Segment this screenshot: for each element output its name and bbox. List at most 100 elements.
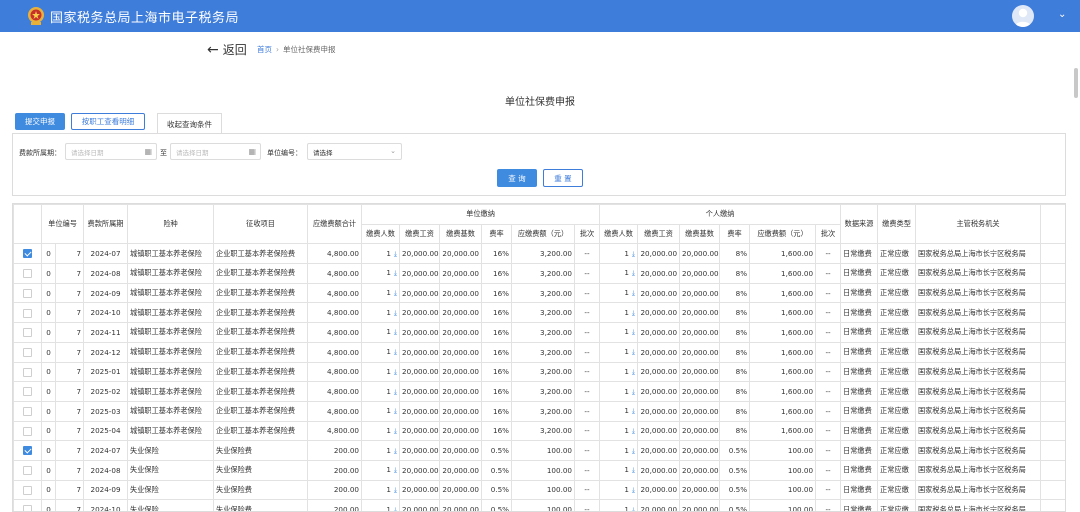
total-due-cell-text: 4,800.00 xyxy=(327,387,360,397)
period-end-input[interactable]: 请选择日期 ▦ xyxy=(170,143,261,160)
table-row[interactable]: 0 7 2024-09 失业保险 失业保险费 200.00 1 ⤓ 20,000.00 20,00… xyxy=(13,479,1065,501)
person-amount-cell: 1,600.00 xyxy=(749,381,817,402)
row-checkbox[interactable] xyxy=(23,367,32,377)
table-row[interactable]: 0 7 2025-03 城镇职工基本养老保险 企业职工基本养老保险费 4,800.00 1 ⤓… xyxy=(13,400,1065,422)
download-icon[interactable]: ⤓ xyxy=(394,486,397,494)
unit-no-select[interactable]: 请选择 ⌄ xyxy=(307,143,402,160)
insurance-type-cell: 城镇职工基本养老保险 xyxy=(127,282,215,304)
row-checkbox[interactable] xyxy=(23,347,32,357)
period-start-input[interactable]: 请选择日期 ▦ xyxy=(65,143,157,160)
person-wage-cell: 20,000.00 xyxy=(637,361,681,383)
download-icon[interactable]: ⤓ xyxy=(632,486,635,494)
breadcrumb-home[interactable]: 首页 xyxy=(257,45,272,54)
table-row[interactable]: 0 7 2024-08 城镇职工基本养老保险 企业职工基本养老保险费 4,800.00 1 ⤓… xyxy=(13,263,1065,284)
download-icon[interactable]: ⤓ xyxy=(394,250,397,258)
unit-wage-cell: 20,000.00 xyxy=(399,302,441,324)
download-icon[interactable]: ⤓ xyxy=(632,348,635,356)
table-row[interactable]: 0 7 2025-02 城镇职工基本养老保险 企业职工基本养老保险费 4,800.00 1 ⤓… xyxy=(13,381,1065,402)
download-icon[interactable]: ⤓ xyxy=(394,289,397,297)
download-icon[interactable]: ⤓ xyxy=(632,328,635,336)
col-total-due: 应缴费额合计 xyxy=(307,204,363,245)
table-row[interactable]: 0 7 2024-12 城镇职工基本养老保险 企业职工基本养老保险费 4,800.00 1 ⤓… xyxy=(13,341,1065,363)
download-icon[interactable]: ⤓ xyxy=(632,506,635,511)
download-icon[interactable]: ⤓ xyxy=(632,289,635,297)
table-row[interactable]: 0 7 2024-11 城镇职工基本养老保险 企业职工基本养老保险费 4,800.00 1 ⤓… xyxy=(13,322,1065,343)
row-checkbox[interactable] xyxy=(23,485,32,495)
download-icon[interactable]: ⤓ xyxy=(394,407,397,415)
download-icon[interactable]: ⤓ xyxy=(394,328,397,336)
user-avatar-icon[interactable] xyxy=(1012,5,1034,27)
download-icon[interactable]: ⤓ xyxy=(632,368,635,376)
table-row[interactable]: 0 7 2024-07 失业保险 失业保险费 200.00 1 ⤓ 20,000.00 20,00… xyxy=(13,440,1065,461)
download-icon[interactable]: ⤓ xyxy=(394,348,397,356)
unit-base-cell: 20,000.00 xyxy=(439,459,483,481)
row-checkbox[interactable] xyxy=(23,406,32,416)
pay-type-cell: 正常应缴 xyxy=(877,361,917,383)
download-icon[interactable]: ⤓ xyxy=(394,388,397,396)
download-icon[interactable]: ⤓ xyxy=(632,269,635,277)
row-checkbox-cell xyxy=(13,361,42,383)
unit-batch-cell-text: -- xyxy=(584,347,590,357)
table-row[interactable]: 0 7 2024-09 城镇职工基本养老保险 企业职工基本养老保险费 4,800.00 1 ⤓… xyxy=(13,282,1065,304)
download-icon[interactable]: ⤓ xyxy=(394,466,397,474)
unit-count-cell: 1 ⤓ xyxy=(361,499,401,511)
back-button[interactable]: ← 返回 xyxy=(207,41,247,58)
download-icon[interactable]: ⤓ xyxy=(632,427,635,435)
person-wage-cell: 20,000.00 xyxy=(637,381,681,402)
row-checkbox[interactable] xyxy=(23,387,32,397)
download-icon[interactable]: ⤓ xyxy=(394,269,397,277)
collapse-filters-tab[interactable]: 收起查询条件 xyxy=(157,113,222,134)
row-checkbox[interactable] xyxy=(23,426,32,436)
table-row[interactable]: 0 7 2025-04 城镇职工基本养老保险 企业职工基本养老保险费 4,800.00 1 ⤓… xyxy=(13,420,1065,442)
query-button[interactable]: 查 询 xyxy=(497,169,537,187)
download-icon[interactable]: ⤓ xyxy=(632,407,635,415)
download-icon[interactable]: ⤓ xyxy=(632,250,635,258)
row-checkbox-cell xyxy=(13,400,42,422)
unit-no-suffix-text: 7 xyxy=(76,387,82,397)
download-icon[interactable]: ⤓ xyxy=(394,506,397,511)
download-icon[interactable]: ⤓ xyxy=(632,447,635,455)
row-checkbox[interactable] xyxy=(23,269,32,279)
person-wage-cell: 20,000.00 xyxy=(637,499,681,511)
view-by-employee-button[interactable]: 按职工查看明细 xyxy=(71,113,145,130)
download-icon[interactable]: ⤓ xyxy=(394,309,397,317)
row-checkbox[interactable] xyxy=(23,249,32,259)
download-icon[interactable]: ⤓ xyxy=(394,368,397,376)
table-row[interactable]: 0 7 2024-07 城镇职工基本养老保险 企业职工基本养老保险费 4,800.00 1 ⤓… xyxy=(13,243,1065,265)
download-icon[interactable]: ⤓ xyxy=(632,309,635,317)
row-checkbox[interactable] xyxy=(23,308,32,318)
row-checkbox[interactable] xyxy=(23,466,32,476)
person-amount-cell-text: 1,600.00 xyxy=(781,249,814,259)
download-icon[interactable]: ⤓ xyxy=(394,447,397,455)
row-checkbox-cell xyxy=(13,459,42,481)
person-rate-cell-text: 0.5% xyxy=(728,505,748,512)
person-wage-cell: 20,000.00 xyxy=(637,341,681,363)
chevron-down-icon[interactable]: ⌄ xyxy=(1058,9,1066,20)
collection-item-cell: 失业保险费 xyxy=(213,479,309,501)
unit-wage-cell: 20,000.00 xyxy=(399,282,441,304)
submit-button[interactable]: 提交申报 xyxy=(15,113,65,130)
period-cell: 2024-10 xyxy=(83,302,129,324)
row-checkbox[interactable] xyxy=(23,446,32,456)
row-checkbox[interactable] xyxy=(23,288,32,298)
row-checkbox[interactable] xyxy=(23,328,32,338)
table-row[interactable]: 0 7 2024-10 城镇职工基本养老保险 企业职工基本养老保险费 4,800.00 1 ⤓… xyxy=(13,302,1065,324)
person-rate-cell: 8% xyxy=(719,322,751,343)
table-row[interactable]: 0 7 2024-10 失业保险 失业保险费 200.00 1 ⤓ 20,000.00 20,00… xyxy=(13,499,1065,512)
total-due-cell: 4,800.00 xyxy=(307,322,363,343)
tax-office-cell-text: 国家税务总局上海市长宁区税务局 xyxy=(918,465,1026,475)
unit-count-cell: 1 ⤓ xyxy=(361,420,401,442)
row-checkbox[interactable] xyxy=(23,505,32,511)
download-icon[interactable]: ⤓ xyxy=(632,388,635,396)
download-icon[interactable]: ⤓ xyxy=(394,427,397,435)
person-batch-cell-text: -- xyxy=(825,446,831,456)
period-cell-text: 2025-01 xyxy=(90,367,121,377)
download-icon[interactable]: ⤓ xyxy=(632,466,635,474)
table-row[interactable]: 0 7 2024-08 失业保险 失业保险费 200.00 1 ⤓ 20,000.00 20,00… xyxy=(13,459,1065,481)
collection-item-cell: 企业职工基本养老保险费 xyxy=(213,263,309,284)
table-row[interactable]: 0 7 2025-01 城镇职工基本养老保险 企业职工基本养老保险费 4,800.00 1 ⤓… xyxy=(13,361,1065,383)
pay-type-cell-text: 正常应缴 xyxy=(880,504,909,512)
data-source-cell: 日常缴费 xyxy=(840,302,879,324)
person-batch-cell: -- xyxy=(815,381,842,402)
reset-button[interactable]: 重 置 xyxy=(543,169,583,187)
